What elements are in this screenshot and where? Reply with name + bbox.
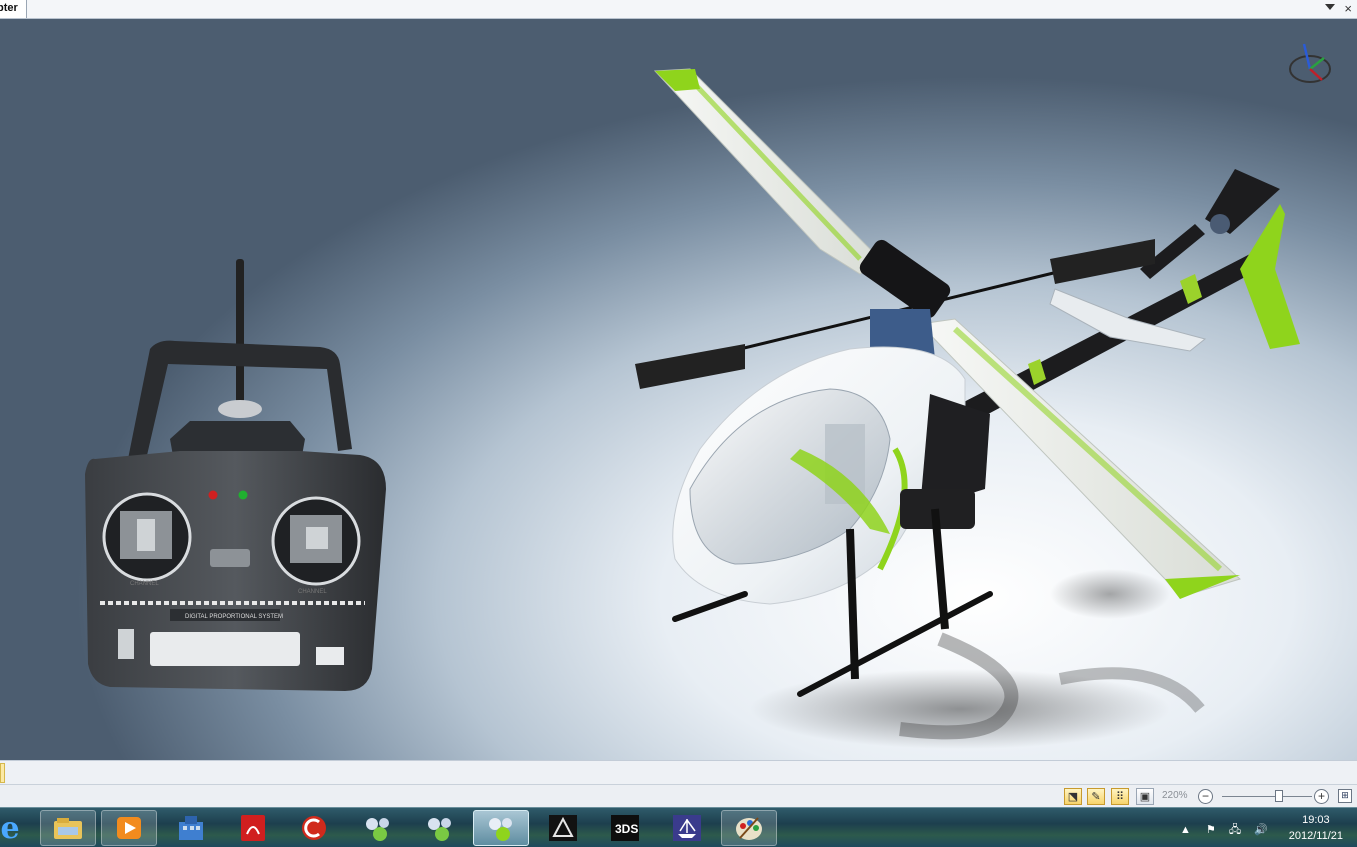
file-explorer-icon[interactable] xyxy=(40,810,96,846)
show-hidden-icons-icon[interactable]: ▲ xyxy=(1180,824,1191,836)
taskbar: e 3DS ▲ ⚑ 🖧 🔊 19:03 2012/11/21 xyxy=(0,807,1357,847)
internet-explorer-icon[interactable]: e xyxy=(0,810,38,846)
zoom-slider-track[interactable] xyxy=(1222,796,1312,797)
remote-controller[interactable]: CHANNEL CHANNEL DIGITAL PROPORTIONAL SYS… xyxy=(85,259,386,691)
media-player-icon[interactable] xyxy=(101,810,157,846)
ccleaner-icon[interactable] xyxy=(286,810,342,846)
building-app-icon[interactable] xyxy=(163,810,219,846)
zoom-level: 220% xyxy=(1162,790,1188,801)
fit-view-icon[interactable]: ▣ xyxy=(1136,788,1154,805)
paint-icon[interactable] xyxy=(721,810,777,846)
select-tool-icon[interactable]: ⬔ xyxy=(1064,788,1082,805)
scene-render: CHANNEL CHANNEL DIGITAL PROPORTIONAL SYS… xyxy=(85,43,1331,749)
svg-text:3DS: 3DS xyxy=(615,822,638,836)
network-icon[interactable]: 🖧 xyxy=(1229,824,1241,836)
system-clock[interactable]: 19:03 2012/11/21 xyxy=(1289,812,1343,844)
action-center-flag-icon[interactable]: ⚑ xyxy=(1206,824,1216,836)
cube-app-icon[interactable] xyxy=(473,810,529,846)
sketch-tool-icon[interactable]: ✎ xyxy=(1087,788,1105,805)
3d-viewport[interactable]: CHANNEL CHANNEL DIGITAL PROPORTIONAL SYS… xyxy=(0,19,1357,760)
grid-toggle-icon[interactable]: ⠿ xyxy=(1111,788,1129,805)
status-bar: ⬔ ✎ ⠿ ▣ 220% − + ⊞ xyxy=(0,784,1357,807)
remote-panel-text: DIGITAL PROPORTIONAL SYSTEM xyxy=(185,614,283,620)
application-window: pter × CHANNEL CHANNEL DIGITAL PROPORTIO… xyxy=(0,0,1357,847)
view-navigator-icon[interactable] xyxy=(1289,43,1331,83)
cube-app-icon[interactable] xyxy=(350,810,406,846)
3ds-icon[interactable]: 3DS xyxy=(597,810,653,846)
close-icon[interactable]: × xyxy=(1344,1,1352,17)
document-tab-label: pter xyxy=(0,2,18,14)
zoom-in-button[interactable]: + xyxy=(1314,789,1329,804)
clock-time: 19:03 xyxy=(1302,814,1330,826)
catia-icon[interactable] xyxy=(535,810,591,846)
document-tab-strip: pter × xyxy=(0,0,1357,19)
clock-date: 2012/11/21 xyxy=(1288,830,1343,842)
strip-handle[interactable] xyxy=(0,763,5,783)
command-strip xyxy=(0,760,1357,784)
tab-list-dropdown-icon[interactable] xyxy=(1325,4,1335,10)
cube-app-icon[interactable] xyxy=(412,810,468,846)
system-tray: ▲ ⚑ 🖧 🔊 xyxy=(1180,821,1268,840)
remote-channel-label-left: CHANNEL xyxy=(130,581,159,587)
ship-app-icon[interactable] xyxy=(659,810,715,846)
helicopter-model[interactable] xyxy=(635,68,1300,749)
document-tab[interactable]: pter xyxy=(0,0,27,18)
zoom-slider-thumb[interactable] xyxy=(1275,790,1283,802)
pdf-reader-icon[interactable] xyxy=(225,810,281,846)
remote-channel-label-right: CHANNEL xyxy=(298,589,327,595)
volume-icon[interactable]: 🔊 xyxy=(1254,824,1268,836)
zoom-out-button[interactable]: − xyxy=(1198,789,1213,804)
full-screen-icon[interactable]: ⊞ xyxy=(1338,789,1352,803)
